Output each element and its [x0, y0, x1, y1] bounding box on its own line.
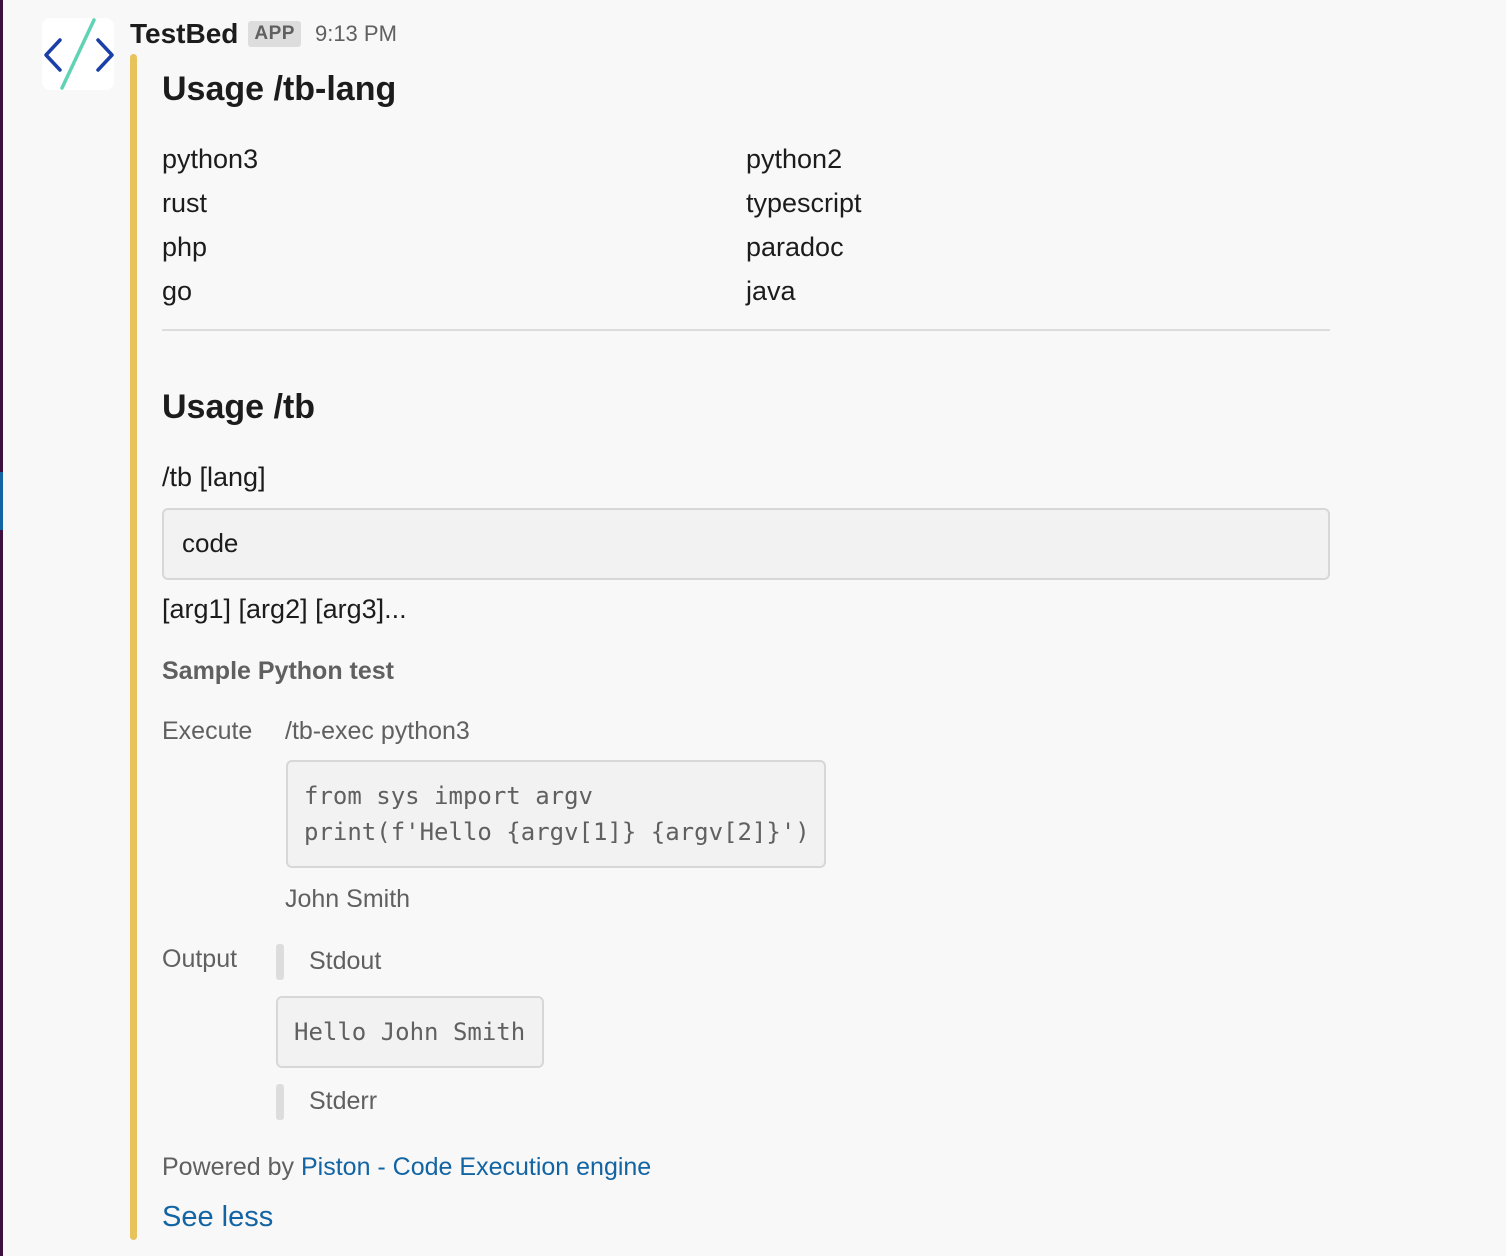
- language-item: paradoc: [746, 232, 844, 262]
- sample-code-block: from sys import argv print(f'Hello {argv…: [286, 760, 826, 868]
- powered-by-line: Powered by Piston - Code Execution engin…: [162, 1153, 651, 1182]
- tb-syntax: /tb [lang]: [162, 462, 266, 492]
- app-name[interactable]: TestBed: [130, 18, 238, 50]
- code-block: code: [162, 508, 1330, 580]
- stdout-label: Stdout: [309, 947, 382, 975]
- stderr-quote-bar: [276, 1084, 284, 1120]
- language-item: go: [162, 276, 193, 306]
- message-header: TestBed APP 9:13 PM: [130, 14, 397, 54]
- section-divider: [162, 329, 1330, 331]
- stdout-quote-bar: [276, 944, 284, 980]
- language-item: python3: [162, 144, 259, 174]
- language-item: rust: [162, 188, 208, 218]
- lang-section-title: Usage /tb-lang: [162, 70, 397, 108]
- language-item: java: [746, 276, 796, 306]
- sample-args: John Smith: [285, 885, 411, 913]
- execute-label: Execute: [162, 717, 253, 745]
- code-line: print(f'Hello {argv[1]} {argv[2]}'): [304, 818, 810, 846]
- see-less-link[interactable]: See less: [162, 1201, 273, 1234]
- language-item: python2: [746, 144, 843, 174]
- language-item: php: [162, 232, 208, 262]
- stderr-label: Stderr: [309, 1087, 378, 1115]
- language-item: typescript: [746, 188, 862, 218]
- code-placeholder: code: [182, 528, 239, 558]
- execute-command: /tb-exec python3: [285, 717, 470, 745]
- message-timestamp[interactable]: 9:13 PM: [315, 21, 397, 47]
- window-edge: [0, 0, 3, 1256]
- tb-section-title: Usage /tb: [162, 388, 316, 426]
- app-avatar[interactable]: [42, 18, 114, 90]
- powered-by-text: Powered by: [162, 1153, 295, 1181]
- output-label: Output: [162, 945, 238, 973]
- code-brackets-icon: [44, 18, 114, 90]
- piston-link[interactable]: Piston - Code Execution engine: [301, 1153, 651, 1181]
- stdout-block: Hello John Smith: [276, 996, 544, 1068]
- stdout-value: Hello John Smith: [294, 1018, 526, 1046]
- sample-title: Sample Python test: [162, 657, 394, 685]
- tb-args: [arg1] [arg2] [arg3]...: [162, 594, 407, 624]
- code-line: from sys import argv: [304, 782, 593, 810]
- app-badge: APP: [248, 21, 301, 47]
- attachment-color-bar: [130, 54, 137, 1240]
- window-edge-indicator: [0, 472, 3, 530]
